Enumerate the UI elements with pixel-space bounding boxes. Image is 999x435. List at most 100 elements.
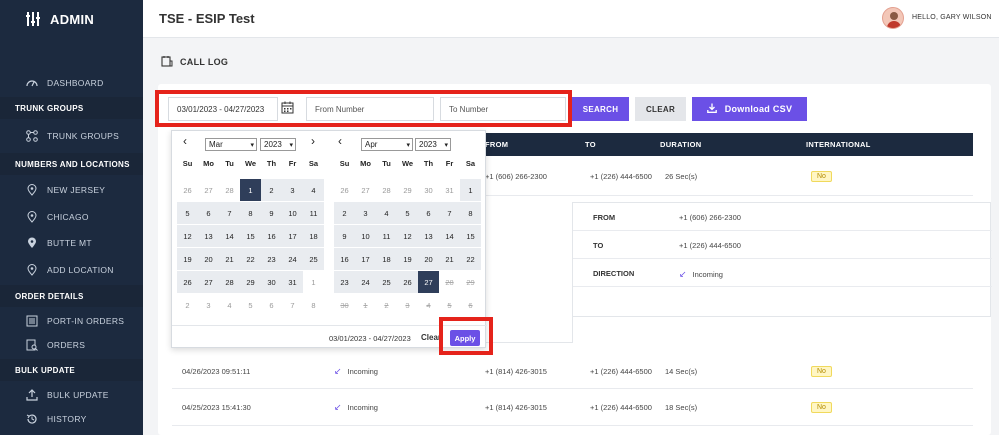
calendar-day[interactable]: 19 (177, 248, 198, 270)
calendar-day[interactable]: 15 (240, 225, 261, 247)
calendar-day[interactable]: 6 (261, 294, 282, 316)
right-month-select[interactable]: Apr ▾ (361, 138, 413, 151)
avatar[interactable] (882, 7, 904, 29)
calendar-day[interactable]: 25 (303, 248, 324, 270)
calendar-day[interactable]: 29 (240, 271, 261, 293)
calendar-day[interactable]: 5 (240, 294, 261, 316)
calendar-day[interactable]: 16 (334, 248, 355, 270)
calendar-day[interactable]: 6 (198, 202, 219, 224)
date-range-input[interactable]: 03/01/2023 - 04/27/2023 (168, 97, 278, 121)
table-row[interactable]: 04/25/2023 15:41:30 ↙ Incoming +1 (814) 4… (172, 389, 973, 426)
calendar-day[interactable]: 4 (418, 294, 439, 316)
calendar-day[interactable]: 17 (355, 248, 376, 270)
calendar-day[interactable]: 26 (334, 179, 355, 201)
calendar-icon[interactable] (281, 101, 295, 115)
column-header-international[interactable]: INTERNATIONAL (806, 133, 871, 156)
column-header-duration[interactable]: DURATION (660, 133, 701, 156)
calendar-day[interactable]: 20 (198, 248, 219, 270)
calendar-day[interactable]: 26 (397, 271, 418, 293)
calendar-day[interactable]: 8 (303, 294, 324, 316)
calendar-day[interactable]: 3 (397, 294, 418, 316)
picker-apply-button[interactable]: Apply (450, 330, 480, 346)
calendar-day[interactable]: 14 (219, 225, 240, 247)
calendar-day[interactable]: 21 (219, 248, 240, 270)
calendar-day[interactable]: 11 (376, 225, 397, 247)
calendar-day[interactable]: 8 (240, 202, 261, 224)
calendar-day[interactable]: 1 (460, 179, 481, 201)
calendar-day[interactable]: 24 (282, 248, 303, 270)
brand[interactable]: ADMIN (0, 0, 143, 38)
calendar-day[interactable]: 11 (303, 202, 324, 224)
calendar-day[interactable]: 13 (418, 225, 439, 247)
calendar-day[interactable]: 5 (439, 294, 460, 316)
table-row[interactable]: 04/26/2023 09:51:11 ↙ Incoming +1 (814) 4… (172, 353, 973, 389)
calendar-day[interactable]: 19 (397, 248, 418, 270)
sidebar-item-orders[interactable]: ORDERS (0, 334, 143, 356)
to-number-input[interactable] (440, 97, 566, 121)
calendar-day[interactable]: 28 (439, 271, 460, 293)
sidebar-item-bulk-update[interactable]: BULK UPDATE (0, 384, 143, 406)
calendar-day[interactable]: 24 (355, 271, 376, 293)
sidebar-item-chicago[interactable]: CHICAGO (0, 206, 143, 228)
calendar-day[interactable]: 22 (460, 248, 481, 270)
calendar-day[interactable]: 6 (460, 294, 481, 316)
sidebar-item-butte-mt[interactable]: BUTTE MT (0, 232, 143, 254)
calendar-day[interactable]: 2 (177, 294, 198, 316)
calendar-day[interactable]: 26 (177, 271, 198, 293)
left-year-select[interactable]: 2023 ▾ (260, 138, 296, 151)
calendar-day[interactable]: 1 (240, 179, 261, 201)
calendar-day[interactable]: 28 (376, 179, 397, 201)
calendar-day[interactable]: 5 (177, 202, 198, 224)
prev-month-arrow-icon[interactable]: ‹ (183, 134, 187, 148)
calendar-day[interactable]: 31 (282, 271, 303, 293)
sidebar-item-port-in-orders[interactable]: PORT-IN ORDERS (0, 310, 143, 332)
calendar-day[interactable]: 27 (198, 179, 219, 201)
calendar-day[interactable]: 3 (355, 202, 376, 224)
clear-button[interactable]: CLEAR (635, 97, 686, 121)
calendar-day[interactable]: 27 (198, 271, 219, 293)
calendar-day[interactable]: 13 (198, 225, 219, 247)
download-csv-button[interactable]: Download CSV (692, 97, 807, 121)
calendar-day[interactable]: 14 (439, 225, 460, 247)
calendar-day[interactable]: 3 (282, 179, 303, 201)
prev-month-arrow-icon[interactable]: ‹ (338, 134, 342, 148)
calendar-day[interactable]: 26 (177, 179, 198, 201)
right-year-select[interactable]: 2023 ▾ (415, 138, 451, 151)
calendar-day[interactable]: 4 (376, 202, 397, 224)
calendar-day[interactable]: 12 (397, 225, 418, 247)
calendar-day[interactable]: 2 (261, 179, 282, 201)
calendar-day[interactable]: 28 (219, 271, 240, 293)
calendar-day[interactable]: 29 (397, 179, 418, 201)
picker-clear-button[interactable]: Clear (421, 333, 441, 342)
calendar-day[interactable]: 3 (198, 294, 219, 316)
calendar-day[interactable]: 1 (355, 294, 376, 316)
calendar-day[interactable]: 8 (460, 202, 481, 224)
calendar-day[interactable]: 16 (261, 225, 282, 247)
calendar-day[interactable]: 4 (219, 294, 240, 316)
search-button[interactable]: SEARCH (572, 97, 629, 121)
calendar-day[interactable]: 10 (282, 202, 303, 224)
from-number-input[interactable] (306, 97, 434, 121)
next-month-arrow-icon[interactable]: › (311, 134, 315, 148)
calendar-day[interactable]: 2 (334, 202, 355, 224)
calendar-day[interactable]: 10 (355, 225, 376, 247)
calendar-day[interactable]: 28 (219, 179, 240, 201)
calendar-day[interactable]: 20 (418, 248, 439, 270)
calendar-day[interactable]: 9 (334, 225, 355, 247)
calendar-day[interactable]: 2 (376, 294, 397, 316)
calendar-day[interactable]: 5 (397, 202, 418, 224)
column-header-from[interactable]: FROM (485, 133, 508, 156)
left-month-select[interactable]: Mar ▾ (205, 138, 257, 151)
calendar-day[interactable]: 23 (334, 271, 355, 293)
sidebar-item-dashboard[interactable]: DASHBOARD (0, 72, 143, 94)
calendar-day[interactable]: 31 (439, 179, 460, 201)
calendar-day[interactable]: 18 (303, 225, 324, 247)
calendar-day[interactable]: 23 (261, 248, 282, 270)
sidebar-item-new-jersey[interactable]: NEW JERSEY (0, 179, 143, 201)
sidebar-item-history[interactable]: HISTORY (0, 408, 143, 430)
calendar-day[interactable]: 7 (282, 294, 303, 316)
calendar-day[interactable]: 18 (376, 248, 397, 270)
sidebar-item-trunk-groups[interactable]: TRUNK GROUPS (0, 125, 143, 147)
calendar-day[interactable]: 17 (282, 225, 303, 247)
calendar-day[interactable]: 7 (439, 202, 460, 224)
